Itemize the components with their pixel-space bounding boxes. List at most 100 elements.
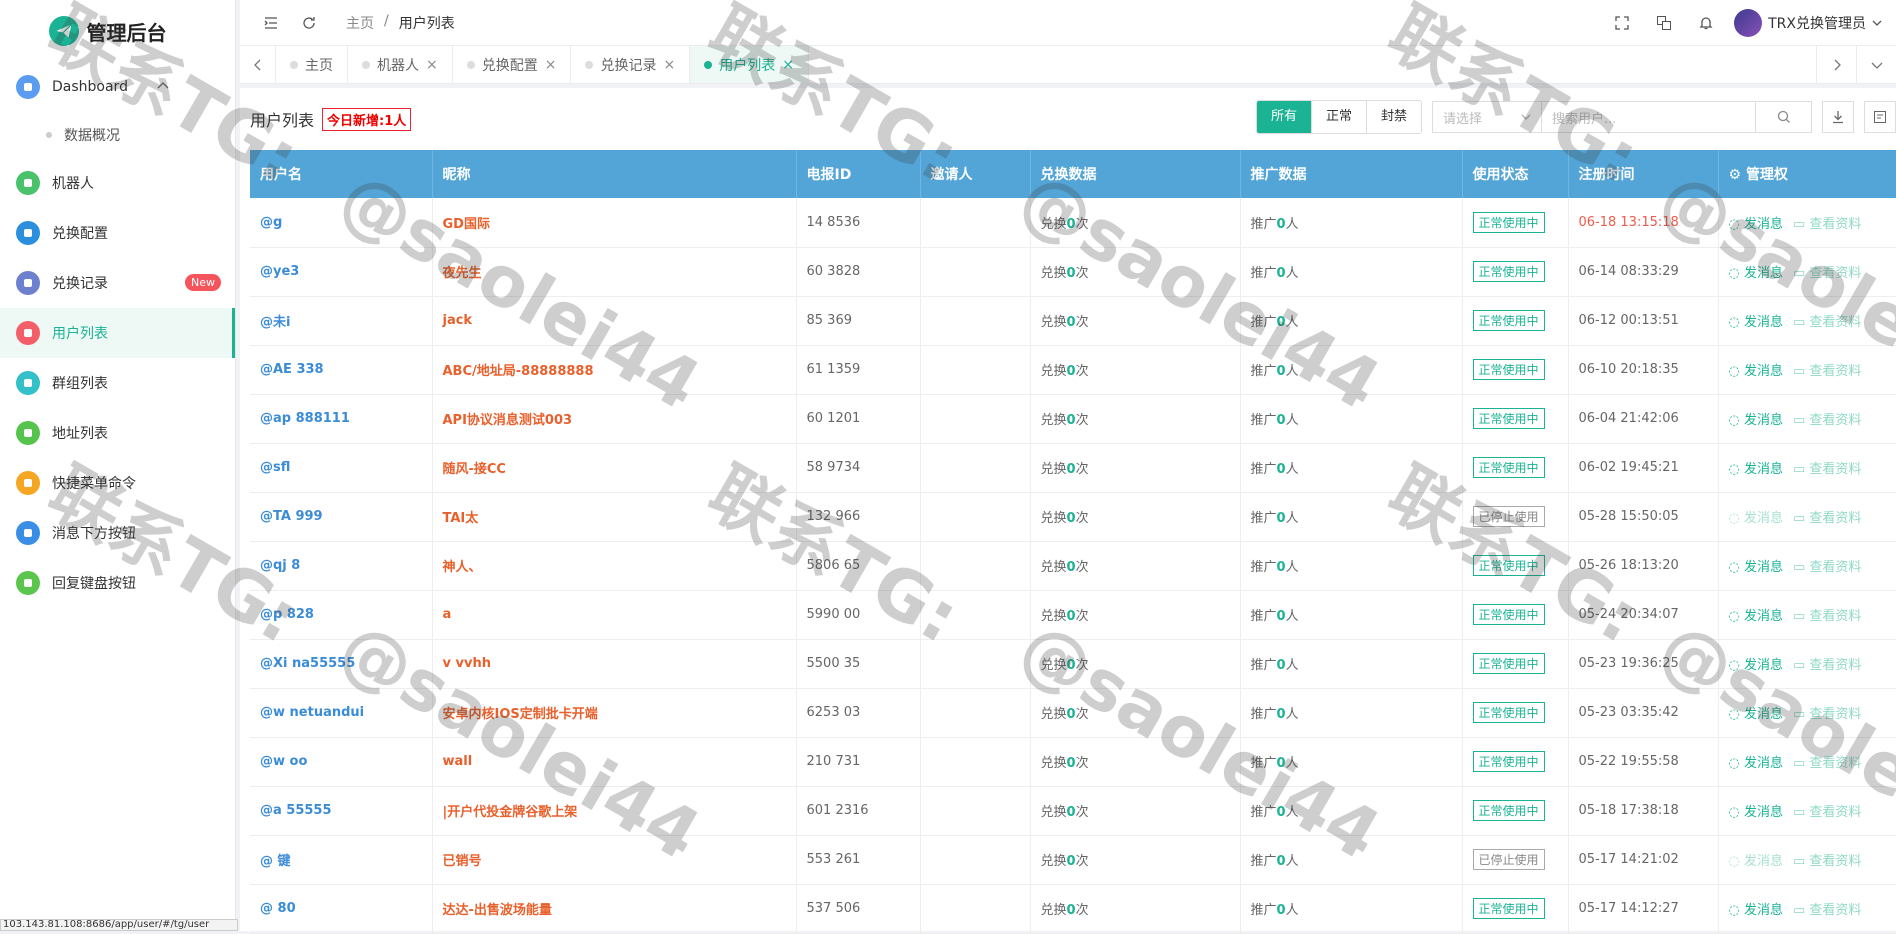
refresh-button[interactable] [294, 8, 324, 38]
notification-button[interactable] [1692, 9, 1720, 37]
col-regtime[interactable]: 注册时间 [1568, 150, 1718, 198]
column-settings-button[interactable] [1864, 101, 1896, 133]
view-profile-button[interactable]: ▭ 查看资料 [1793, 266, 1861, 281]
view-profile-button[interactable]: ▭ 查看资料 [1793, 854, 1861, 869]
send-message-button[interactable]: ◌ 发消息 [1729, 805, 1784, 820]
send-message-button[interactable]: ◌ 发消息 [1729, 413, 1784, 428]
search-input[interactable]: 搜索用户... [1542, 101, 1756, 133]
search-button[interactable] [1756, 101, 1812, 133]
col-username[interactable]: 用户名 [250, 150, 432, 198]
filter-all[interactable]: 所有 [1257, 101, 1311, 133]
view-profile-button[interactable]: ▭ 查看资料 [1793, 217, 1861, 232]
cell-username[interactable]: @qj 8 [250, 541, 432, 590]
send-message-button[interactable]: ◌ 发消息 [1729, 658, 1784, 673]
send-message-button[interactable]: ◌ 发消息 [1729, 217, 1784, 232]
sidebar-item-2[interactable]: 兑换配置 [0, 208, 235, 258]
tab-3[interactable]: 兑换记录× [571, 46, 690, 83]
send-message-button[interactable]: ◌ 发消息 [1729, 315, 1784, 330]
brand[interactable]: 管理后台 [0, 0, 235, 62]
col-manage[interactable]: ⚙ 管理权 [1718, 150, 1896, 198]
view-profile-button[interactable]: ▭ 查看资料 [1793, 805, 1861, 820]
cell-username[interactable]: @a 55555 [250, 786, 432, 835]
cell-username[interactable]: @ 80 [250, 884, 432, 933]
sidebar-item-5[interactable]: 群组列表 [0, 358, 235, 408]
send-message-button[interactable]: ◌ 发消息 [1729, 364, 1784, 379]
view-profile-button[interactable]: ▭ 查看资料 [1793, 364, 1861, 379]
cell-username[interactable]: @sfl [250, 443, 432, 492]
sidebar-item-4[interactable]: 用户列表 [0, 308, 235, 358]
send-message-button[interactable]: ◌ 发消息 [1729, 609, 1784, 624]
col-nickname[interactable]: 昵称 [432, 150, 796, 198]
cell-username[interactable]: @ap 888111 [250, 394, 432, 443]
filter-normal[interactable]: 正常 [1311, 101, 1366, 133]
cell-username[interactable]: @g [250, 198, 432, 247]
send-message-button[interactable]: ◌ 发消息 [1729, 511, 1784, 526]
tab-0[interactable]: 主页 [276, 46, 348, 83]
cell-username[interactable]: @AE 338 [250, 345, 432, 394]
view-profile-button[interactable]: ▭ 查看资料 [1793, 315, 1861, 330]
col-inviter[interactable]: 邀请人 [920, 150, 1030, 198]
close-icon[interactable]: × [426, 57, 438, 73]
sidebar-item-3[interactable]: 兑换记录New [0, 258, 235, 308]
cell-username[interactable]: @p 828 [250, 590, 432, 639]
filter-select[interactable]: 请选择 [1432, 101, 1542, 133]
send-message-button[interactable]: ◌ 发消息 [1729, 854, 1784, 869]
cell-username[interactable]: @未i [250, 296, 432, 345]
export-button[interactable] [1822, 101, 1854, 133]
tab-1[interactable]: 机器人× [348, 46, 453, 83]
view-profile-label: 查看资料 [1809, 756, 1861, 771]
view-profile-button[interactable]: ▭ 查看资料 [1793, 609, 1861, 624]
cell-username[interactable]: @ 键 [250, 835, 432, 884]
view-profile-button[interactable]: ▭ 查看资料 [1793, 658, 1861, 673]
tab-4[interactable]: 用户列表× [690, 46, 809, 83]
view-profile-button[interactable]: ▭ 查看资料 [1793, 756, 1861, 771]
send-message-button[interactable]: ◌ 发消息 [1729, 756, 1784, 771]
cell-username[interactable]: @w oo [250, 737, 432, 786]
view-profile-button[interactable]: ▭ 查看资料 [1793, 707, 1861, 722]
tab-2[interactable]: 兑换配置× [453, 46, 572, 83]
sidebar-item-9[interactable]: 回复键盘按钮 [0, 558, 235, 608]
fullscreen-button[interactable] [1608, 9, 1636, 37]
cell-nickname: 已销号 [432, 835, 796, 884]
filter-banned[interactable]: 封禁 [1366, 101, 1421, 133]
sidebar-subitem-0[interactable]: 数据概况 [0, 112, 235, 158]
col-tgid[interactable]: 电报ID [796, 150, 920, 198]
exchange-count: 0 [1067, 756, 1076, 771]
tabs-scroll-left[interactable] [240, 46, 276, 83]
exchange-count: 0 [1067, 462, 1076, 477]
promo-prefix: 推广 [1251, 413, 1277, 428]
send-message-button[interactable]: ◌ 发消息 [1729, 560, 1784, 575]
sidebar-item-8[interactable]: 消息下方按钮 [0, 508, 235, 558]
exchange-prefix: 兑换 [1041, 560, 1067, 575]
sidebar-item-6[interactable]: 地址列表 [0, 408, 235, 458]
col-promo[interactable]: 推广数据 [1240, 150, 1462, 198]
user-menu[interactable]: TRX兑换管理员 [1734, 9, 1882, 37]
breadcrumb-home[interactable]: 主页 [346, 13, 374, 33]
close-icon[interactable]: × [663, 57, 675, 73]
close-icon[interactable]: × [545, 57, 557, 73]
col-status[interactable]: 使用状态 [1462, 150, 1568, 198]
sidebar-item-1[interactable]: 机器人 [0, 158, 235, 208]
menu-toggle-button[interactable] [256, 8, 286, 38]
cell-username[interactable]: @TA 999 [250, 492, 432, 541]
col-exchange[interactable]: 兑换数据 [1030, 150, 1240, 198]
send-message-button[interactable]: ◌ 发消息 [1729, 707, 1784, 722]
translate-button[interactable] [1650, 9, 1678, 37]
view-profile-button[interactable]: ▭ 查看资料 [1793, 462, 1861, 477]
exchange-prefix: 兑换 [1041, 217, 1067, 232]
send-message-button[interactable]: ◌ 发消息 [1729, 266, 1784, 281]
send-message-button[interactable]: ◌ 发消息 [1729, 903, 1784, 918]
tabs-dropdown[interactable] [1856, 46, 1896, 84]
tabs-scroll-right[interactable] [1816, 46, 1856, 84]
cell-username[interactable]: @w netuandui [250, 688, 432, 737]
send-message-button[interactable]: ◌ 发消息 [1729, 462, 1784, 477]
view-profile-button[interactable]: ▭ 查看资料 [1793, 511, 1861, 526]
view-profile-button[interactable]: ▭ 查看资料 [1793, 413, 1861, 428]
cell-username[interactable]: @ye3 [250, 247, 432, 296]
sidebar-item-7[interactable]: 快捷菜单命令 [0, 458, 235, 508]
close-icon[interactable]: × [782, 57, 794, 73]
cell-username[interactable]: @Xi na55555 [250, 639, 432, 688]
view-profile-button[interactable]: ▭ 查看资料 [1793, 903, 1861, 918]
sidebar-item-0[interactable]: Dashboard [0, 62, 235, 112]
view-profile-button[interactable]: ▭ 查看资料 [1793, 560, 1861, 575]
